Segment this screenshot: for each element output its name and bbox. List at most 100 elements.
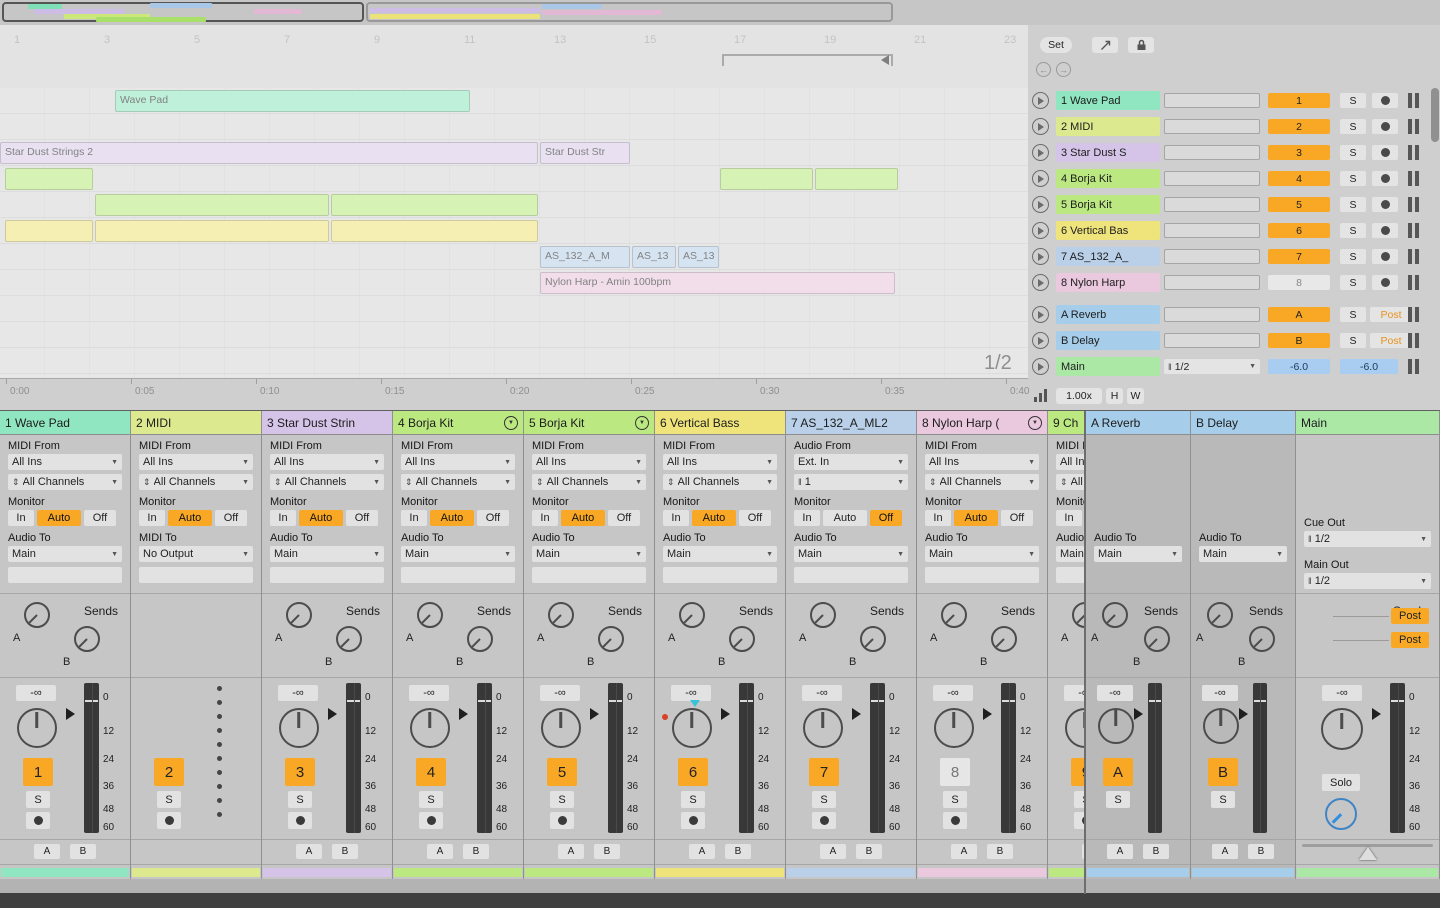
channel-header[interactable]: 2 MIDI ▼ <box>131 411 261 435</box>
arm-button[interactable] <box>1372 249 1398 264</box>
arrangement-canvas[interactable]: Wave Pad Star Dust Strings 2 Star Dust S… <box>0 88 1028 378</box>
track-name-chip[interactable]: 8 Nylon Harp <box>1056 273 1160 292</box>
send-b-knob[interactable] <box>1249 626 1275 652</box>
time-ruler[interactable]: 0:000:050:100:150:200:250:300:350:40 <box>0 378 1028 405</box>
output-chooser[interactable]: Main▼ <box>925 546 1039 562</box>
output-chooser[interactable]: Main▼ <box>1094 546 1182 562</box>
monitor-off-button[interactable]: Off <box>84 510 116 526</box>
crossfade-b-button[interactable]: B <box>463 844 489 859</box>
track-name-chip[interactable]: 3 Star Dust S <box>1056 143 1160 162</box>
solo-button[interactable]: Solo <box>1322 774 1360 791</box>
solo-button[interactable]: S <box>1340 197 1366 212</box>
track-play-icon[interactable] <box>1032 92 1049 109</box>
height-zoom-button[interactable]: H <box>1106 388 1123 404</box>
channel-header[interactable]: 5 Borja Kit ▼ <box>524 411 654 435</box>
monitor-auto-button[interactable]: Auto <box>37 510 81 526</box>
fold-chevron-icon[interactable]: ▼ <box>504 416 518 430</box>
channel-header[interactable]: 9 Ch ▼ <box>1048 411 1086 435</box>
track-play-icon[interactable] <box>1032 222 1049 239</box>
send-b-knob[interactable] <box>729 626 755 652</box>
main-post-toggle[interactable]: Post <box>1391 632 1429 648</box>
volume-db-chip[interactable]: -6.0 <box>1268 359 1330 374</box>
crossfade-b-button[interactable]: B <box>1143 844 1169 859</box>
track-name-chip[interactable]: 6 Vertical Bas <box>1056 221 1160 240</box>
crossfade-b-button[interactable]: B <box>987 844 1013 859</box>
output-chooser[interactable]: Main▼ <box>1199 546 1287 562</box>
track-activator[interactable]: 8 <box>1268 275 1330 290</box>
track-name-chip[interactable]: Main <box>1056 357 1160 376</box>
monitor-off-button[interactable]: Off <box>870 510 902 526</box>
arrangement-clip[interactable] <box>331 220 538 242</box>
crossfade-b-button[interactable]: B <box>1248 844 1274 859</box>
track-activator[interactable]: 6 <box>678 758 708 786</box>
send-a-knob[interactable] <box>810 602 836 628</box>
track-name-chip[interactable]: 4 Borja Kit <box>1056 169 1160 188</box>
crossfade-a-button[interactable]: A <box>558 844 584 859</box>
track-play-icon[interactable] <box>1032 144 1049 161</box>
input-type-chooser[interactable]: All Ins▼ <box>925 454 1039 470</box>
pan-knob[interactable] <box>803 708 843 748</box>
crossfade-a-button[interactable]: A <box>820 844 846 859</box>
send-a-knob[interactable] <box>548 602 574 628</box>
arrangement-clip[interactable]: Nylon Harp - Amin 100bpm <box>540 272 895 294</box>
arm-button[interactable] <box>419 812 443 829</box>
arrangement-clip[interactable]: Star Dust Str <box>540 142 630 164</box>
pan-knob[interactable] <box>410 708 450 748</box>
monitor-off-button[interactable]: Off <box>608 510 640 526</box>
width-zoom-button[interactable]: W <box>1127 388 1144 404</box>
output-channel-chooser[interactable] <box>794 567 908 583</box>
arm-button[interactable] <box>812 812 836 829</box>
send-b-knob[interactable] <box>1144 626 1170 652</box>
send-b-knob[interactable] <box>467 626 493 652</box>
monitor-in-button[interactable]: In <box>8 510 34 526</box>
main-out-chooser[interactable]: ‖ 1/2▼ <box>1304 573 1431 589</box>
volume-display[interactable]: -∞ <box>1202 685 1238 701</box>
volume-display[interactable]: -∞ <box>1322 685 1362 701</box>
send-a-knob[interactable] <box>1207 602 1233 628</box>
crossfade-b-button[interactable]: B <box>725 844 751 859</box>
crossfader[interactable] <box>1296 840 1439 864</box>
solo-button[interactable]: S <box>419 791 443 808</box>
track-activator[interactable]: 5 <box>1268 197 1330 212</box>
track-name-chip[interactable]: 7 AS_132_A_ <box>1056 247 1160 266</box>
track-activator[interactable]: 2 <box>1268 119 1330 134</box>
arrangement-clip[interactable] <box>5 168 93 190</box>
nudge-forward-button[interactable]: → <box>1056 62 1071 77</box>
post-toggle[interactable]: Post <box>1370 307 1412 322</box>
output-channel-chooser[interactable] <box>925 567 1039 583</box>
solo-button[interactable]: S <box>943 791 967 808</box>
monitor-in-button[interactable]: In <box>925 510 951 526</box>
monitor-off-button[interactable]: Off <box>215 510 247 526</box>
input-type-chooser[interactable]: All Ins▼ <box>139 454 253 470</box>
arrangement-clip[interactable]: Wave Pad <box>115 90 470 112</box>
output-channel-chooser[interactable] <box>139 567 253 583</box>
arrangement-clip[interactable] <box>5 220 93 242</box>
arm-button[interactable] <box>1372 171 1398 186</box>
arrangement-clip[interactable] <box>95 220 329 242</box>
solo-button[interactable]: S <box>550 791 574 808</box>
monitor-in-button[interactable]: In <box>1056 510 1082 526</box>
crossfade-a-button[interactable]: A <box>689 844 715 859</box>
send-b-knob[interactable] <box>598 626 624 652</box>
send-a-knob[interactable] <box>1102 602 1128 628</box>
input-type-chooser[interactable]: All Ins▼ <box>8 454 122 470</box>
input-channel-chooser[interactable]: ⇕ All Channels▼ <box>270 474 384 490</box>
solo-button[interactable]: S <box>1340 275 1366 290</box>
track-name-chip[interactable]: B Delay <box>1056 331 1160 350</box>
track-play-icon[interactable] <box>1032 332 1049 349</box>
draw-mode-button[interactable] <box>1092 37 1118 53</box>
send-a-knob[interactable] <box>679 602 705 628</box>
send-a-knob[interactable] <box>941 602 967 628</box>
monitor-off-button[interactable]: Off <box>1001 510 1033 526</box>
solo-button[interactable]: S <box>1211 791 1235 808</box>
input-type-chooser[interactable]: All Ins▼ <box>663 454 777 470</box>
track-activator[interactable]: 6 <box>1268 223 1330 238</box>
crossfade-b-button[interactable]: B <box>332 844 358 859</box>
send-a-knob[interactable] <box>24 602 50 628</box>
track-play-icon[interactable] <box>1032 118 1049 135</box>
pan-knob[interactable] <box>279 708 319 748</box>
output-channel-chooser[interactable] <box>401 567 515 583</box>
arrangement-clip[interactable]: Star Dust Strings 2 <box>0 142 538 164</box>
solo-button[interactable]: S <box>1340 93 1366 108</box>
track-activator[interactable]: 1 <box>23 758 53 786</box>
